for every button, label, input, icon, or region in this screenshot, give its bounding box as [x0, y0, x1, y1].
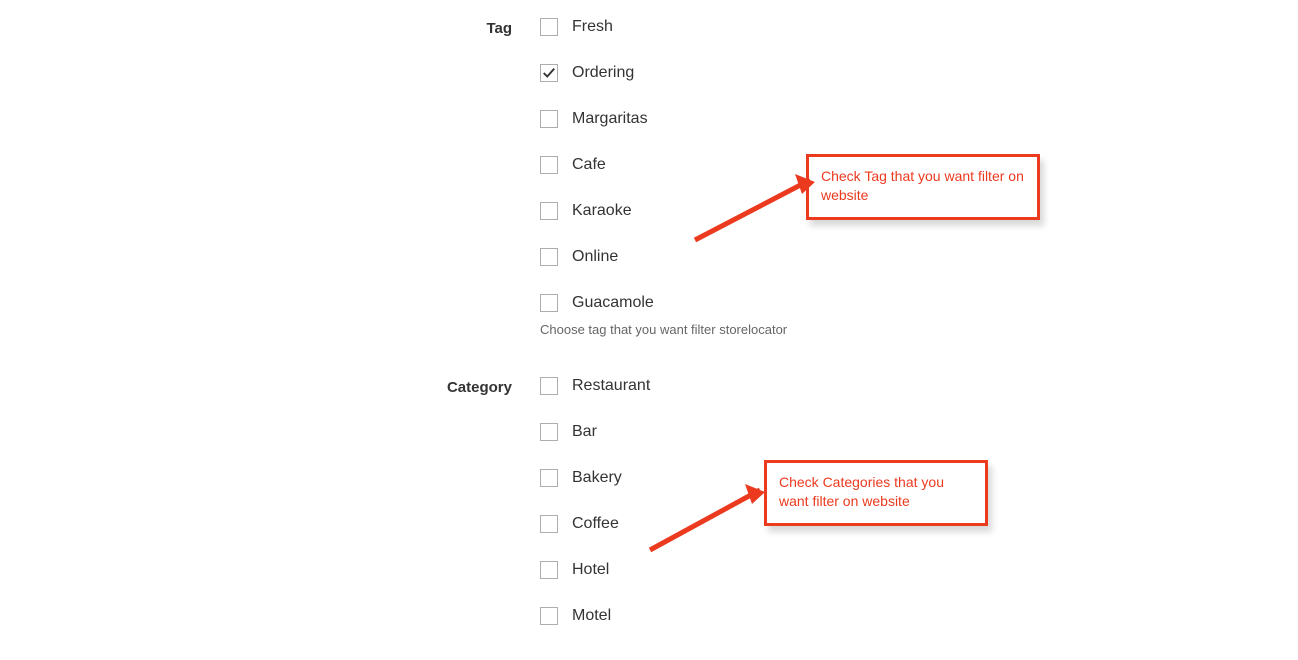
tag-help-text: Choose tag that you want filter storeloc… [540, 322, 840, 337]
field-label-category: Category [0, 377, 540, 397]
field-category: Category Restaurant Bar Bakery Coffee [0, 377, 1298, 635]
tag-label: Ordering [572, 64, 634, 82]
category-label: Coffee [572, 515, 619, 533]
category-item-restaurant[interactable]: Restaurant [540, 377, 840, 395]
checkbox-icon[interactable] [540, 607, 558, 625]
tag-item-guacamole[interactable]: Guacamole [540, 294, 840, 312]
checkbox-icon[interactable] [540, 377, 558, 395]
checkbox-icon[interactable] [540, 561, 558, 579]
field-content-tag: Fresh Ordering Margaritas Cafe Karaoke [540, 18, 840, 367]
tag-item-margaritas[interactable]: Margaritas [540, 110, 840, 128]
field-tag: Tag Fresh Ordering Margaritas Cafe [0, 18, 1298, 367]
checkbox-icon[interactable] [540, 248, 558, 266]
field-label-tag: Tag [0, 18, 540, 38]
checkbox-icon[interactable] [540, 156, 558, 174]
annotation-text: Check Tag that you want filter on websit… [821, 168, 1024, 203]
tag-label: Guacamole [572, 294, 654, 312]
checkbox-icon[interactable] [540, 110, 558, 128]
annotation-callout-category: Check Categories that you want filter on… [764, 460, 988, 526]
tag-checkbox-group: Fresh Ordering Margaritas Cafe Karaoke [540, 18, 840, 312]
tag-item-online[interactable]: Online [540, 248, 840, 266]
tag-label: Cafe [572, 156, 606, 174]
checkbox-icon[interactable] [540, 18, 558, 36]
category-item-bar[interactable]: Bar [540, 423, 840, 441]
tag-label: Fresh [572, 18, 613, 36]
tag-label: Online [572, 248, 618, 266]
checkbox-icon[interactable] [540, 423, 558, 441]
category-item-motel[interactable]: Motel [540, 607, 840, 625]
tag-label: Karaoke [572, 202, 632, 220]
checkbox-icon[interactable] [540, 515, 558, 533]
annotation-callout-tag: Check Tag that you want filter on websit… [806, 154, 1040, 220]
tag-item-cafe[interactable]: Cafe [540, 156, 840, 174]
annotation-text: Check Categories that you want filter on… [779, 474, 944, 509]
checkbox-icon[interactable] [540, 469, 558, 487]
tag-item-karaoke[interactable]: Karaoke [540, 202, 840, 220]
category-label: Hotel [572, 561, 609, 579]
category-item-hotel[interactable]: Hotel [540, 561, 840, 579]
checkbox-icon[interactable] [540, 202, 558, 220]
category-label: Restaurant [572, 377, 650, 395]
category-label: Bakery [572, 469, 622, 487]
checkbox-icon[interactable] [540, 294, 558, 312]
tag-item-ordering[interactable]: Ordering [540, 64, 840, 82]
category-label: Bar [572, 423, 597, 441]
tag-label: Margaritas [572, 110, 648, 128]
category-label: Motel [572, 607, 611, 625]
checkbox-icon[interactable] [540, 64, 558, 82]
tag-item-fresh[interactable]: Fresh [540, 18, 840, 36]
